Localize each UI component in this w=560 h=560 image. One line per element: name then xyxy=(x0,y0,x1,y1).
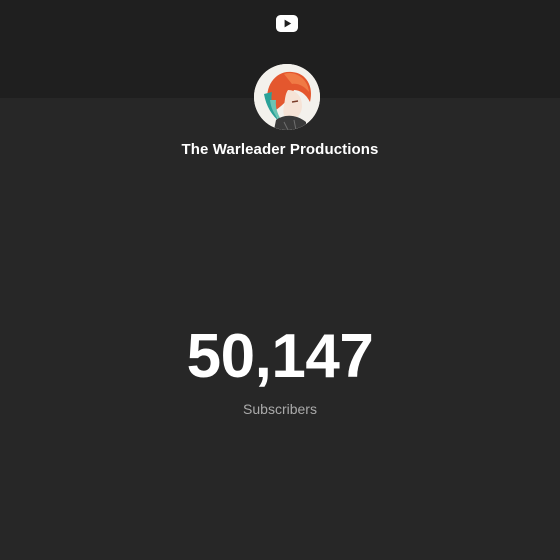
youtube-play-icon[interactable] xyxy=(276,15,298,32)
subscriber-label: Subscribers xyxy=(243,401,317,417)
subscriber-counter-page: The Warleader Productions 50,147 Subscri… xyxy=(0,0,560,560)
channel-name[interactable]: The Warleader Productions xyxy=(0,141,560,159)
channel-avatar[interactable] xyxy=(254,64,320,130)
subscriber-count: 50,147 xyxy=(186,322,374,391)
avatar-illustration xyxy=(254,64,320,130)
